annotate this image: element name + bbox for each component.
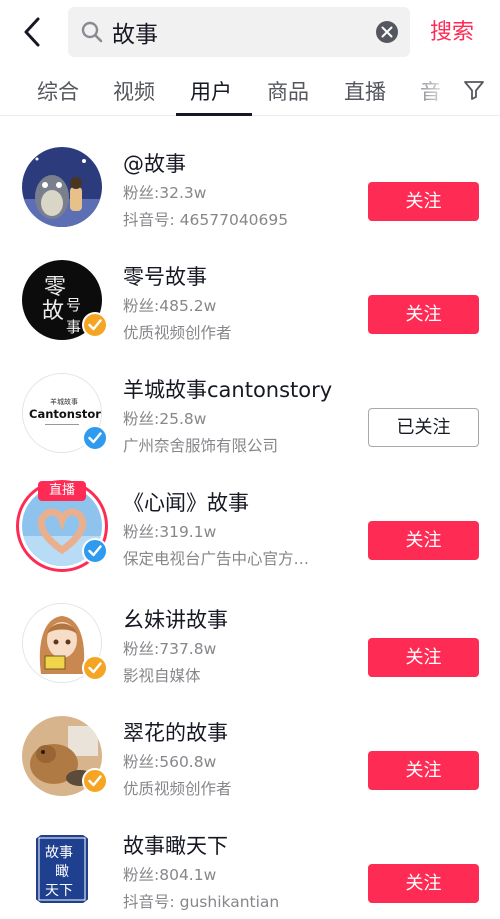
verified-check-icon [82, 768, 108, 794]
verified-check-icon [82, 655, 108, 681]
avatar-logo-char: 事 [66, 318, 81, 336]
avatar-logo-char: 号 [66, 296, 81, 314]
verified-check-icon [82, 425, 108, 451]
list-item[interactable]: 直播 《心闻》故事 粉丝:319.1w 保定电视台广告中心官方… 关注 [0, 480, 500, 593]
search-box[interactable] [68, 7, 410, 57]
follow-button[interactable]: 关注 [368, 864, 479, 903]
list-item[interactable]: @故事 粉丝:32.3w 抖音号: 46577040695 关注 [0, 141, 500, 254]
follow-button[interactable]: 关注 [368, 521, 479, 560]
follower-count: 粉丝:804.1w [123, 866, 217, 884]
avatar-logo-text: 故事 [45, 845, 73, 861]
follower-count: 粉丝:32.3w [123, 184, 207, 202]
follower-count: 粉丝:737.8w [123, 640, 217, 658]
list-item[interactable]: 零 故 号 事 零号故事 粉丝:485.2w 优质视频创作者 关注 [0, 254, 500, 367]
result-tabs: 综合 视频 用户 商品 直播 音 [0, 64, 500, 116]
tab-products[interactable]: 商品 [267, 76, 309, 106]
list-item[interactable]: 翠花的故事 粉丝:560.8w 优质视频创作者 关注 [0, 710, 500, 823]
follow-button[interactable]: 关注 [368, 638, 479, 677]
follow-button[interactable]: 关注 [368, 751, 479, 790]
follower-count: 粉丝:560.8w [123, 753, 217, 771]
search-button[interactable]: 搜索 [430, 14, 474, 46]
verified-check-icon [82, 538, 108, 564]
tab-comprehensive[interactable]: 综合 [37, 76, 79, 106]
active-tab-indicator [176, 113, 252, 116]
avatar[interactable] [22, 147, 102, 227]
avatar-logo-char: 零 [44, 275, 66, 300]
user-name[interactable]: 羊城故事cantonstory [123, 374, 332, 404]
user-subtitle: 保定电视台广告中心官方… [123, 550, 310, 568]
tab-live[interactable]: 直播 [344, 76, 386, 106]
avatar-logo-text: Cantonstory [29, 407, 101, 421]
list-item[interactable]: 幺妹讲故事 粉丝:737.8w 影视自媒体 关注 [0, 597, 500, 710]
tab-music[interactable]: 音 [420, 76, 441, 106]
search-header: 搜索 [0, 0, 500, 64]
follower-count: 粉丝:25.8w [123, 410, 207, 428]
avatar-logo-text: 天下 [45, 883, 73, 899]
avatar-logo-text: 瞰 [55, 864, 69, 880]
tab-videos[interactable]: 视频 [113, 76, 155, 106]
search-input[interactable] [112, 13, 362, 51]
user-subtitle: 影视自媒体 [123, 667, 201, 685]
avatar-logo-text: 羊城故事 [50, 397, 78, 406]
user-name[interactable]: 《心闻》故事 [123, 487, 249, 517]
list-item[interactable]: 故事 瞰 天下 故事瞰天下 粉丝:804.1w 抖音号: gushikantia… [0, 823, 500, 919]
clear-icon[interactable] [376, 21, 398, 43]
user-name[interactable]: 幺妹讲故事 [123, 604, 228, 634]
follow-button[interactable]: 关注 [368, 295, 479, 334]
user-subtitle: 抖音号: gushikantian [123, 893, 280, 911]
follower-count: 粉丝:319.1w [123, 523, 217, 541]
follower-count: 粉丝:485.2w [123, 297, 217, 315]
list-item[interactable]: 羊城故事 Cantonstory 羊城故事cantonstory 粉丝:25.8… [0, 367, 500, 480]
back-arrow-icon[interactable] [18, 14, 48, 50]
avatar-logo-char: 故 [42, 299, 64, 324]
tab-users[interactable]: 用户 [190, 76, 232, 106]
avatar[interactable]: 故事 瞰 天下 [22, 829, 102, 909]
verified-check-icon [82, 312, 108, 338]
user-name[interactable]: @故事 [123, 148, 186, 178]
user-name[interactable]: 翠花的故事 [123, 717, 228, 747]
follow-button[interactable]: 关注 [368, 182, 479, 221]
filter-icon[interactable] [462, 78, 486, 102]
user-subtitle: 广州奈舍服饰有限公司 [123, 437, 279, 455]
following-button[interactable]: 已关注 [368, 408, 479, 447]
user-name[interactable]: 零号故事 [123, 261, 207, 291]
user-subtitle: 优质视频创作者 [123, 324, 232, 342]
user-subtitle: 优质视频创作者 [123, 780, 232, 798]
search-icon [80, 20, 104, 44]
live-badge: 直播 [38, 481, 86, 501]
user-name[interactable]: 故事瞰天下 [123, 830, 228, 860]
user-subtitle: 抖音号: 46577040695 [123, 211, 289, 229]
